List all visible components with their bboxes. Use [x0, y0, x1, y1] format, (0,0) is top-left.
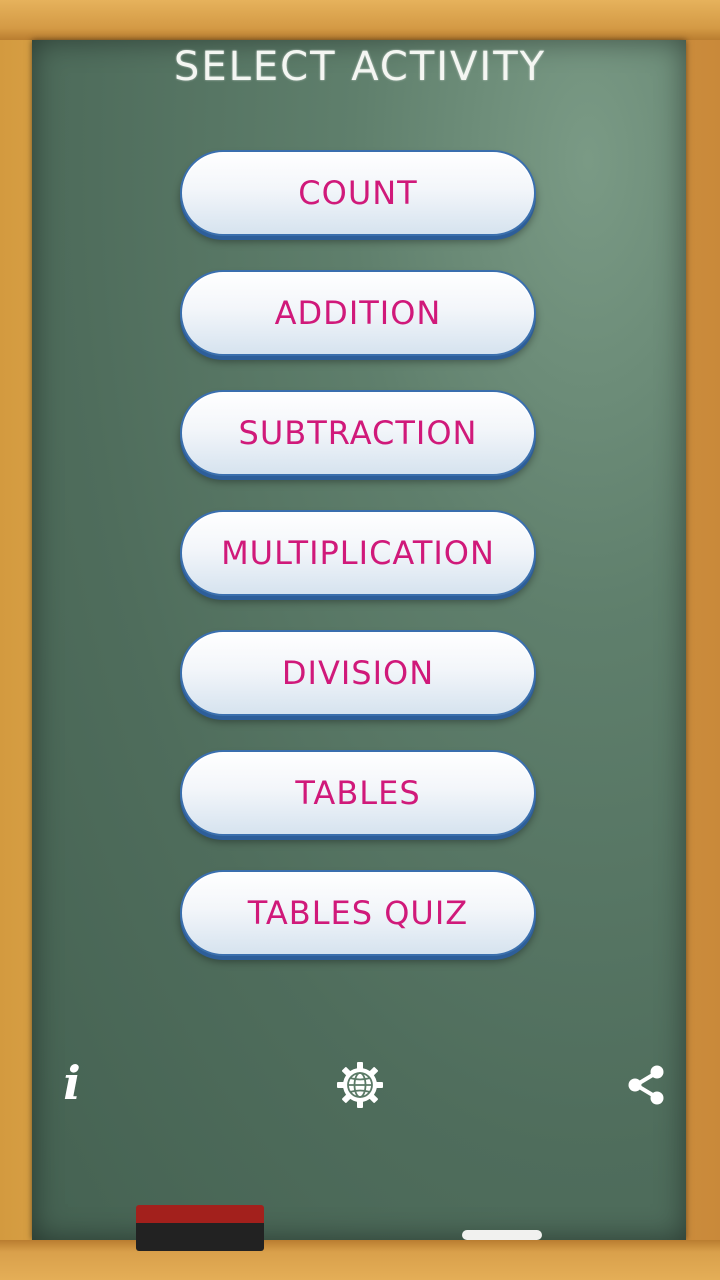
frame-bottom — [0, 1240, 720, 1280]
tables-button[interactable]: TABLES — [180, 750, 536, 836]
frame-top — [0, 0, 720, 40]
tables-quiz-button[interactable]: TABLES QUIZ — [180, 870, 536, 956]
division-button[interactable]: DIVISION — [180, 630, 536, 716]
page-title: SELECT ACTIVITY — [173, 44, 547, 90]
addition-button[interactable]: ADDITION — [180, 270, 536, 356]
share-icon[interactable] — [624, 1063, 668, 1107]
activity-menu: COUNT ADDITION SUBTRACTION MULTIPLICATIO… — [180, 150, 540, 990]
count-button[interactable]: COUNT — [180, 150, 536, 236]
bottom-toolbar: i — [0, 1055, 720, 1115]
subtraction-button[interactable]: SUBTRACTION — [180, 390, 536, 476]
multiplication-button[interactable]: MULTIPLICATION — [180, 510, 536, 596]
info-icon[interactable]: i — [52, 1055, 92, 1111]
chalkboard-eraser — [136, 1205, 264, 1251]
chalk-stick — [462, 1230, 542, 1240]
globe-gear-icon[interactable] — [336, 1061, 384, 1109]
